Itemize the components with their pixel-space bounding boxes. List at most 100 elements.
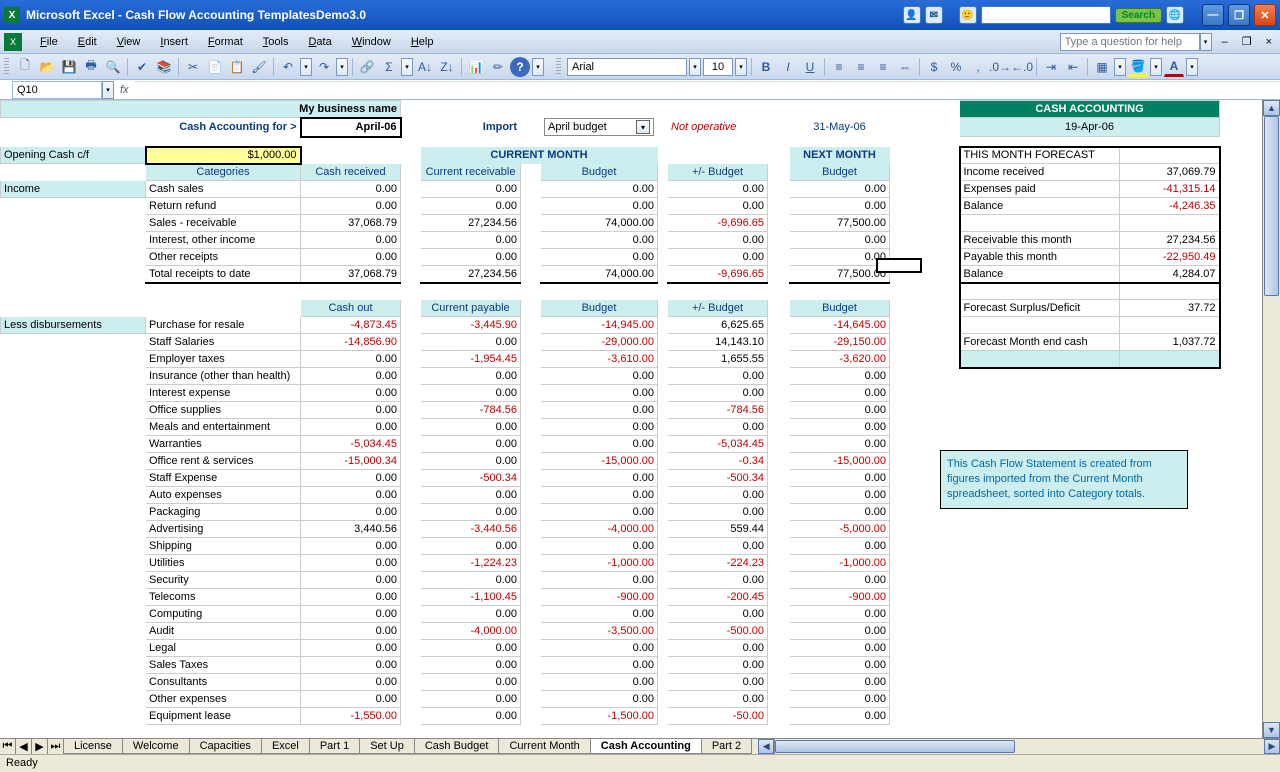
align-right-icon[interactable]: ≡ xyxy=(873,57,893,77)
percent-icon[interactable]: % xyxy=(946,57,966,77)
title-search-input[interactable] xyxy=(981,6,1111,24)
workbook-icon[interactable]: X xyxy=(4,33,22,51)
name-box-dropdown[interactable]: ▾ xyxy=(102,81,114,99)
scroll-down-button[interactable]: ▼ xyxy=(1263,722,1280,738)
cell-asof-date[interactable]: 31-May-06 xyxy=(790,118,890,137)
italic-icon[interactable]: I xyxy=(778,57,798,77)
person-icon[interactable]: 👤 xyxy=(903,6,921,24)
cell-current-month[interactable]: CURRENT MONTH xyxy=(421,147,658,164)
sheet-tab-capacities[interactable]: Capacities xyxy=(189,739,262,754)
cell-less-disb[interactable]: Less disbursements xyxy=(1,317,146,334)
spell-icon[interactable]: ✔ xyxy=(132,57,152,77)
cell-income-row-label[interactable]: Sales - receivable xyxy=(146,215,301,232)
cell-cash-accounting-hdr[interactable]: CASH ACCOUNTING xyxy=(960,101,1220,118)
ask-dropdown[interactable]: ▾ xyxy=(1200,33,1212,51)
sheet-tab-part-1[interactable]: Part 1 xyxy=(309,739,360,754)
font-size-select[interactable] xyxy=(703,58,733,76)
font-name-dropdown[interactable]: ▾ xyxy=(689,58,701,76)
ask-question-input[interactable] xyxy=(1060,33,1200,51)
cell-disb-row-label[interactable]: Other expenses xyxy=(146,691,301,708)
format-paint-icon[interactable]: 🖌 xyxy=(249,57,269,77)
name-box[interactable] xyxy=(12,81,102,99)
cell-income-row-label[interactable]: Other receipts xyxy=(146,249,301,266)
cell-disb-row-label[interactable]: Telecoms xyxy=(146,589,301,606)
align-center-icon[interactable]: ≡ xyxy=(851,57,871,77)
active-cell-cursor[interactable] xyxy=(876,258,922,273)
hscroll-left[interactable]: ◀ xyxy=(758,739,774,754)
redo-dropdown[interactable]: ▾ xyxy=(336,58,348,76)
cell-opening-value[interactable]: $1,000.00 xyxy=(146,147,301,164)
chart-icon[interactable]: 📊 xyxy=(466,57,486,77)
research-icon[interactable]: 📚 xyxy=(154,57,174,77)
fill-color-icon[interactable]: 🪣 xyxy=(1128,57,1148,77)
doc-close-button[interactable]: × xyxy=(1262,36,1276,48)
sort-desc-icon[interactable]: Z↓ xyxy=(437,57,457,77)
cell-next-budget1[interactable]: Budget xyxy=(790,164,890,181)
paste-icon[interactable]: 📋 xyxy=(227,57,247,77)
link-icon[interactable]: 🔗 xyxy=(357,57,377,77)
underline-icon[interactable]: U xyxy=(800,57,820,77)
scroll-up-button[interactable]: ▲ xyxy=(1263,100,1280,116)
menu-file[interactable]: File xyxy=(30,36,68,48)
new-icon[interactable]: 🗋 xyxy=(15,57,35,77)
cell-cash-received[interactable]: Cash received xyxy=(301,164,401,181)
cell-disb-row-label[interactable]: Legal xyxy=(146,640,301,657)
fx-label[interactable]: fx xyxy=(120,84,129,96)
vertical-scrollbar[interactable]: ▲ ▼ xyxy=(1262,100,1280,738)
menu-insert[interactable]: Insert xyxy=(150,36,198,48)
increase-indent-icon[interactable]: ⇥ xyxy=(1041,57,1061,77)
cell-disb-row-label[interactable]: Staff Salaries xyxy=(146,334,301,351)
tab-nav-last[interactable]: ⏭ xyxy=(48,739,64,754)
help-icon[interactable]: ? xyxy=(510,57,530,77)
hscroll-thumb[interactable] xyxy=(775,740,1015,753)
cell-disb-row-label[interactable]: Meals and entertainment xyxy=(146,419,301,436)
cell-next-budget2[interactable]: Budget xyxy=(790,300,890,317)
window-minimize-button[interactable]: — xyxy=(1202,4,1224,26)
font-name-select[interactable] xyxy=(567,58,687,76)
borders-dropdown[interactable]: ▾ xyxy=(1114,58,1126,76)
fill-dropdown[interactable]: ▾ xyxy=(1150,58,1162,76)
cell-disb-row-label[interactable]: Staff Expense xyxy=(146,470,301,487)
bold-icon[interactable]: B xyxy=(756,57,776,77)
cell-disb-row-label[interactable]: Sales Taxes xyxy=(146,657,301,674)
comma-icon[interactable]: , xyxy=(968,57,988,77)
cell-period-label[interactable]: Cash Accounting for > xyxy=(146,118,301,137)
tab-nav-first[interactable]: ⏮ xyxy=(0,739,16,754)
cell-disb-row-label[interactable]: Interest expense xyxy=(146,385,301,402)
menu-view[interactable]: View xyxy=(107,36,151,48)
cell-period-value[interactable]: April-06 xyxy=(301,118,401,137)
cell-disb-row-label[interactable]: Packaging xyxy=(146,504,301,521)
cell-plusminus2[interactable]: +/- Budget xyxy=(668,300,768,317)
formula-input[interactable] xyxy=(135,81,1280,99)
globe-icon[interactable]: 🌐 xyxy=(1166,6,1184,24)
cell-disb-row-label[interactable]: Consultants xyxy=(146,674,301,691)
cell-income-row-label[interactable]: Cash sales xyxy=(146,181,301,198)
sheet-tab-current-month[interactable]: Current Month xyxy=(498,739,590,754)
buddy-icon[interactable]: 🙂 xyxy=(959,6,977,24)
menu-window[interactable]: Window xyxy=(342,36,401,48)
cell-income-row-label[interactable]: Interest, other income xyxy=(146,232,301,249)
preview-icon[interactable]: 🔍 xyxy=(103,57,123,77)
increase-decimal-icon[interactable]: .0→ xyxy=(990,57,1010,77)
window-maximize-button[interactable]: ❐ xyxy=(1228,4,1250,26)
menu-edit[interactable]: Edit xyxy=(68,36,107,48)
sheet-tab-welcome[interactable]: Welcome xyxy=(122,739,190,754)
sheet-tab-cash-accounting[interactable]: Cash Accounting xyxy=(590,739,702,754)
tab-nav-next[interactable]: ▶ xyxy=(32,739,48,754)
cell-income-label[interactable]: Income xyxy=(1,181,146,198)
currency-icon[interactable]: $ xyxy=(924,57,944,77)
sheet-tab-set-up[interactable]: Set Up xyxy=(359,739,415,754)
vscroll-thumb[interactable] xyxy=(1264,116,1279,296)
cell-next-month[interactable]: NEXT MONTH xyxy=(790,147,890,164)
cell-plusminus1[interactable]: +/- Budget xyxy=(668,164,768,181)
cell-disb-row-label[interactable]: Employer taxes xyxy=(146,351,301,368)
window-close-button[interactable]: ✕ xyxy=(1254,4,1276,26)
cell-disb-row-label[interactable]: Office rent & services xyxy=(146,453,301,470)
cell-disb-row-label[interactable]: Auto expenses xyxy=(146,487,301,504)
font-color-icon[interactable]: A xyxy=(1164,57,1184,77)
merge-icon[interactable]: ⇔ xyxy=(895,57,915,77)
cell-budget2[interactable]: Budget xyxy=(541,300,658,317)
cut-icon[interactable]: ✂ xyxy=(183,57,203,77)
cell-opening-label[interactable]: Opening Cash c/f xyxy=(1,147,146,164)
sheet-tab-cash-budget[interactable]: Cash Budget xyxy=(414,739,500,754)
